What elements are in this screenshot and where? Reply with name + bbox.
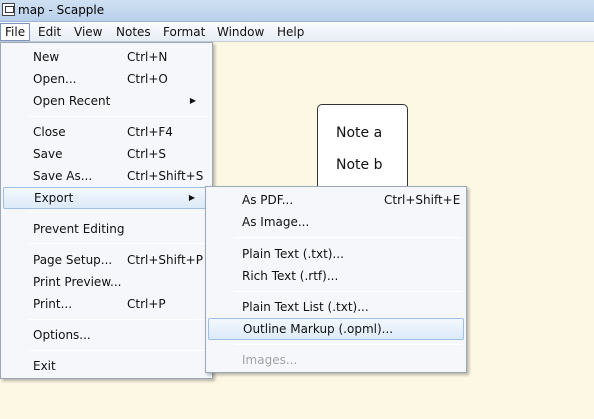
file-save[interactable]: Save Ctrl+S [3,143,210,165]
file-prevent-editing-label: Prevent Editing [33,222,125,236]
menu-format[interactable]: Format [159,23,209,41]
menu-file[interactable]: File [0,23,31,41]
menu-window[interactable]: Window [213,23,268,41]
file-close-label: Close [33,125,66,139]
file-save-label: Save [33,147,63,161]
export-as-image-label: As Image... [242,215,310,229]
file-new-shortcut: Ctrl+N [127,50,168,64]
menu-notes[interactable]: Notes [112,23,155,41]
menu-separator [234,237,462,238]
export-images-label: Images... [242,353,298,367]
menu-separator [29,350,208,351]
file-print-preview-label: Print Preview... [33,275,122,289]
file-menu: New Ctrl+N Open... Ctrl+O Open Recent ▶ … [0,42,213,379]
menu-view[interactable]: View [70,23,106,41]
file-open-label: Open... [33,72,77,86]
menu-separator [29,243,208,244]
file-page-setup-label: Page Setup... [33,253,113,267]
file-open-recent[interactable]: Open Recent ▶ [3,90,210,112]
file-export-label: Export [34,191,74,205]
file-save-as-shortcut: Ctrl+Shift+S [127,169,204,183]
export-plain-text[interactable]: Plain Text (.txt)... [208,243,464,265]
file-save-as[interactable]: Save As... Ctrl+Shift+S [3,165,210,187]
title-bar: map - Scapple [0,0,594,22]
file-exit-label: Exit [33,359,56,373]
menu-help[interactable]: Help [273,23,308,41]
file-exit[interactable]: Exit [3,355,210,377]
export-outline-markup-label: Outline Markup (.opml)... [243,322,394,336]
file-options[interactable]: Options... [3,324,210,346]
file-print-label: Print... [33,297,73,311]
file-open[interactable]: Open... Ctrl+O [3,68,210,90]
note-text-b: Note b [336,157,383,173]
menu-separator [29,319,208,320]
export-as-pdf-label: As PDF... [242,193,294,207]
window-title: map - Scapple [18,3,105,17]
export-plain-text-list[interactable]: Plain Text List (.txt)... [208,296,464,318]
file-new-label: New [33,50,60,64]
submenu-arrow-icon: ▶ [189,96,196,105]
export-outline-markup[interactable]: Outline Markup (.opml)... [208,318,464,340]
note-text-a: Note a [336,125,383,141]
file-open-recent-label: Open Recent [33,94,111,108]
file-print[interactable]: Print... Ctrl+P [3,293,210,315]
export-as-image[interactable]: As Image... [208,211,464,233]
file-print-shortcut: Ctrl+P [127,297,166,311]
file-open-shortcut: Ctrl+O [127,72,168,86]
menu-separator [234,291,462,292]
file-page-setup[interactable]: Page Setup... Ctrl+Shift+P [3,249,210,271]
export-as-pdf[interactable]: As PDF... Ctrl+Shift+E [208,189,464,211]
file-save-shortcut: Ctrl+S [127,147,167,161]
file-close-shortcut: Ctrl+F4 [127,125,173,139]
menu-bar: File Edit View Notes Format Window Help [0,22,594,42]
file-close[interactable]: Close Ctrl+F4 [3,121,210,143]
menu-separator [234,344,462,345]
export-plain-text-list-label: Plain Text List (.txt)... [242,300,369,314]
scapple-app-icon[interactable] [2,3,15,16]
menu-separator [29,212,208,213]
file-export[interactable]: Export ▶ [3,187,210,209]
export-plain-text-label: Plain Text (.txt)... [242,247,344,261]
export-submenu: As PDF... Ctrl+Shift+E As Image... Plain… [205,186,467,373]
file-prevent-editing[interactable]: Prevent Editing [3,218,210,240]
export-as-pdf-shortcut: Ctrl+Shift+E [384,193,461,207]
menu-separator [29,116,208,117]
export-rich-text[interactable]: Rich Text (.rtf)... [208,265,464,287]
file-save-as-label: Save As... [33,169,93,183]
menu-edit[interactable]: Edit [34,23,65,41]
file-page-setup-shortcut: Ctrl+Shift+P [127,253,203,267]
export-rich-text-label: Rich Text (.rtf)... [242,269,339,283]
file-print-preview[interactable]: Print Preview... [3,271,210,293]
export-images: Images... [208,349,464,371]
submenu-arrow-icon: ▶ [188,193,195,202]
file-new[interactable]: New Ctrl+N [3,46,210,68]
file-options-label: Options... [33,328,91,342]
